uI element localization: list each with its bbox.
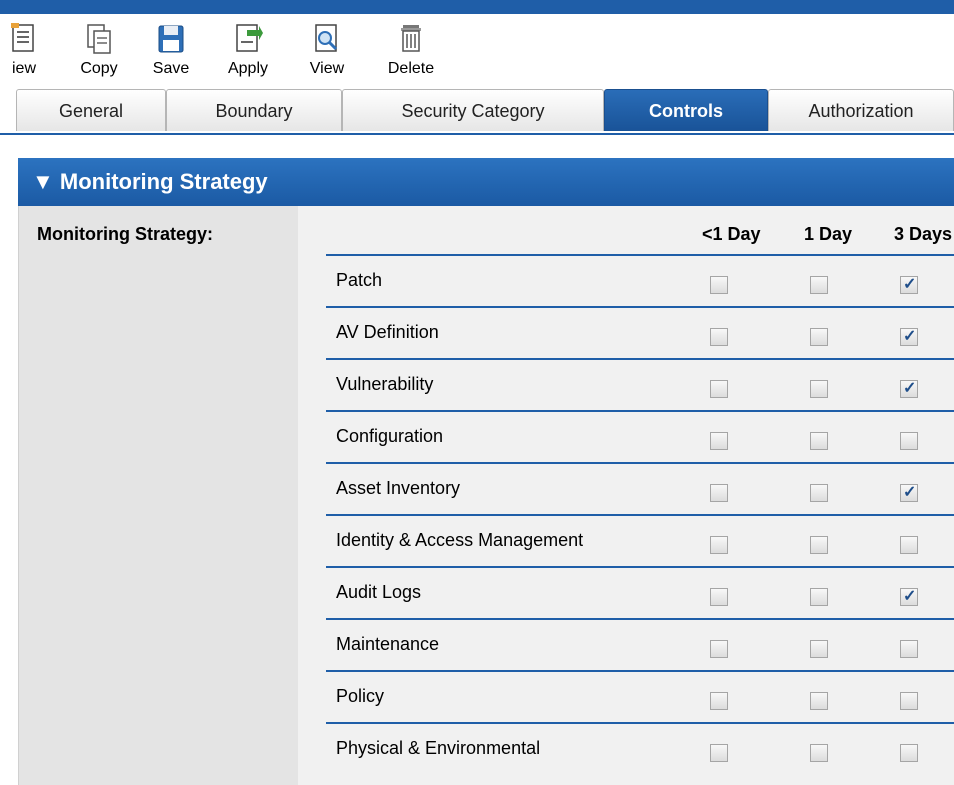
checkbox[interactable] [900, 586, 918, 606]
row-label: Maintenance [336, 634, 440, 654]
checkbox[interactable] [810, 744, 828, 762]
table-row: Identity & Access Management [326, 514, 954, 567]
new-document-icon [11, 23, 34, 52]
checkbox[interactable] [710, 432, 728, 450]
apply-button[interactable]: Apply [218, 22, 278, 78]
field-label: Monitoring Strategy: [37, 224, 213, 244]
table-row: Physical & Environmental [326, 722, 954, 775]
checkbox[interactable] [710, 536, 728, 554]
checkbox[interactable] [900, 482, 918, 502]
tab-controls[interactable]: Controls [604, 89, 768, 131]
section-header-monitoring-strategy[interactable]: ▼ Monitoring Strategy [18, 158, 954, 206]
table-row: Asset Inventory [326, 462, 954, 515]
table-row: AV Definition [326, 306, 954, 359]
save-label: Save [152, 60, 190, 77]
tab-bar: General Boundary Security Category Contr… [0, 89, 954, 135]
checkbox[interactable] [710, 484, 728, 502]
tab-authorization[interactable]: Authorization [768, 89, 954, 131]
copy-button[interactable]: Copy [72, 22, 126, 78]
delete-label: Delete [387, 60, 435, 77]
field-label-panel: Monitoring Strategy: [18, 206, 299, 785]
checkbox[interactable] [710, 380, 728, 398]
table-row: Maintenance [326, 618, 954, 671]
new-label: iew [11, 60, 36, 77]
checkbox[interactable] [710, 276, 728, 294]
checkbox[interactable] [810, 692, 828, 710]
checkbox[interactable] [810, 536, 828, 554]
checkbox[interactable] [900, 378, 918, 398]
view-icon [315, 24, 338, 52]
checkbox[interactable] [900, 692, 918, 710]
checkbox[interactable] [810, 276, 828, 294]
table-row: Patch [326, 254, 954, 307]
monitoring-table: <1 Day 1 Day 3 Days Patch AV Definition Vu… [298, 206, 954, 785]
apply-label: Apply [227, 60, 269, 77]
toolbar: iew Copy Save Apply View Delete [0, 14, 954, 84]
checkbox[interactable] [900, 536, 918, 554]
column-header-1-day: 1 Day [804, 224, 853, 244]
checkbox[interactable] [810, 588, 828, 606]
checkbox[interactable] [810, 484, 828, 502]
table-row: Configuration [326, 410, 954, 463]
table-row: Vulnerability [326, 358, 954, 411]
tab-general[interactable]: General [16, 89, 166, 131]
row-label: Asset Inventory [336, 478, 461, 498]
table-row: Audit Logs [326, 566, 954, 619]
save-icon [158, 25, 184, 53]
row-label: Identity & Access Management [336, 530, 584, 550]
table-row: Policy [326, 670, 954, 723]
view-label: View [309, 60, 345, 77]
checkbox[interactable] [810, 380, 828, 398]
column-header-lt-1-day: <1 Day [702, 224, 761, 244]
top-accent-bar [0, 0, 954, 14]
row-label: Physical & Environmental [336, 738, 541, 758]
checkbox[interactable] [900, 640, 918, 658]
row-label: AV Definition [336, 322, 439, 342]
checkbox[interactable] [900, 326, 918, 346]
checkbox[interactable] [810, 640, 828, 658]
save-button[interactable]: Save [146, 22, 196, 78]
new-button[interactable]: iew [0, 22, 54, 78]
copy-icon [87, 24, 111, 54]
checkbox[interactable] [710, 640, 728, 658]
row-label: Patch [336, 270, 383, 290]
row-label: Audit Logs [336, 582, 422, 602]
checkbox[interactable] [710, 692, 728, 710]
tab-boundary[interactable]: Boundary [166, 89, 342, 131]
tab-security-category[interactable]: Security Category [342, 89, 604, 131]
checkbox[interactable] [900, 274, 918, 294]
copy-label: Copy [80, 60, 118, 77]
checkbox[interactable] [900, 744, 918, 762]
delete-icon [401, 25, 421, 52]
row-label: Policy [336, 686, 385, 706]
checkbox[interactable] [900, 432, 918, 450]
checkbox[interactable] [710, 328, 728, 346]
column-header-3-days: 3 Days [894, 224, 953, 244]
view-button[interactable]: View [300, 22, 354, 78]
checkbox[interactable] [710, 744, 728, 762]
checkbox[interactable] [710, 588, 728, 606]
row-label: Configuration [336, 426, 444, 446]
checkbox[interactable] [810, 432, 828, 450]
delete-button[interactable]: Delete [378, 22, 444, 78]
row-label: Vulnerability [336, 374, 434, 394]
apply-icon [236, 24, 263, 52]
checkbox[interactable] [810, 328, 828, 346]
